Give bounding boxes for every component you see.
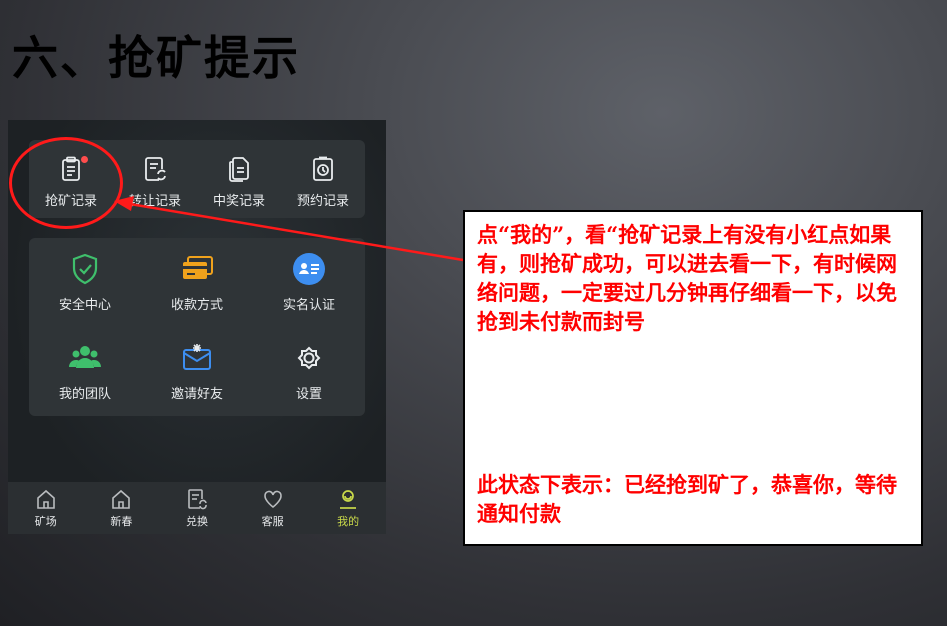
- home-icon: [36, 489, 55, 509]
- heart-icon: [263, 490, 282, 508]
- menu-item-payment[interactable]: 收款方式: [141, 238, 253, 327]
- transfer-doc-icon: [145, 157, 166, 181]
- tab-new-spring[interactable]: 新春: [84, 482, 160, 534]
- menu-label: 实名认证: [282, 298, 335, 313]
- invite-mail-icon: [183, 344, 211, 370]
- record-item-transfer[interactable]: 转让记录: [113, 140, 197, 218]
- highlight-circle: [9, 137, 123, 229]
- menu-label: 我的团队: [58, 387, 111, 402]
- tab-label: 客服: [261, 514, 284, 528]
- team-icon: [69, 346, 101, 368]
- menu-label: 设置: [295, 387, 322, 402]
- tab-customer-service[interactable]: 客服: [235, 482, 311, 534]
- gear-icon: [297, 346, 321, 370]
- annotation-status-text: 此状态下表示：已经抢到矿了，恭喜你，等待通知付款: [477, 472, 897, 526]
- tab-label: 兑换: [185, 514, 208, 528]
- bottom-tab-bar: 矿场 新春 兑换 客服 我的: [8, 482, 386, 534]
- menu-item-invite[interactable]: 邀请好友: [141, 327, 253, 416]
- record-item-prize[interactable]: 中奖记录: [197, 140, 281, 218]
- menu-label: 安全中心: [58, 298, 111, 313]
- tab-label: 新春: [110, 514, 133, 528]
- record-label: 预约记录: [296, 194, 349, 209]
- tab-mine[interactable]: 我的: [310, 482, 386, 534]
- home-icon: [112, 489, 131, 509]
- clock-doc-icon: [313, 156, 333, 181]
- tab-label: 矿场: [34, 514, 57, 528]
- tab-label: 我的: [337, 514, 360, 528]
- menu-item-realname[interactable]: 实名认证: [253, 238, 365, 327]
- annotation-box: 点“我的”，看“抢矿记录上有没有小红点如果有，则抢矿成功，可以进去看一下，有时候…: [463, 210, 923, 546]
- id-card-icon: [293, 253, 325, 285]
- slide-title: 六、抢矿提示: [12, 31, 300, 85]
- exchange-doc-icon: [188, 488, 207, 509]
- record-label: 中奖记录: [212, 194, 265, 209]
- shield-check-icon: [72, 253, 98, 285]
- record-item-reserve[interactable]: 预约记录: [281, 140, 365, 218]
- record-label: 转让记录: [128, 194, 181, 209]
- menu-item-security[interactable]: 安全中心: [29, 238, 141, 327]
- tab-mine-field[interactable]: 矿场: [8, 482, 84, 534]
- annotation-text: 点“我的”，看“抢矿记录上有没有小红点如果有，则抢矿成功，可以进去看一下，有时候…: [477, 222, 897, 334]
- cards-icon: [183, 256, 213, 279]
- tab-exchange[interactable]: 兑换: [159, 482, 235, 534]
- menu-label: 邀请好友: [170, 387, 223, 402]
- menu-card: 安全中心 收款方式 实名认证 我的团队 邀请好友 设置: [29, 238, 365, 416]
- menu-label: 收款方式: [170, 298, 223, 313]
- menu-item-team[interactable]: 我的团队: [29, 327, 141, 416]
- menu-item-settings[interactable]: 设置: [253, 327, 365, 416]
- profile-icon: [340, 489, 357, 509]
- files-icon: [229, 157, 249, 182]
